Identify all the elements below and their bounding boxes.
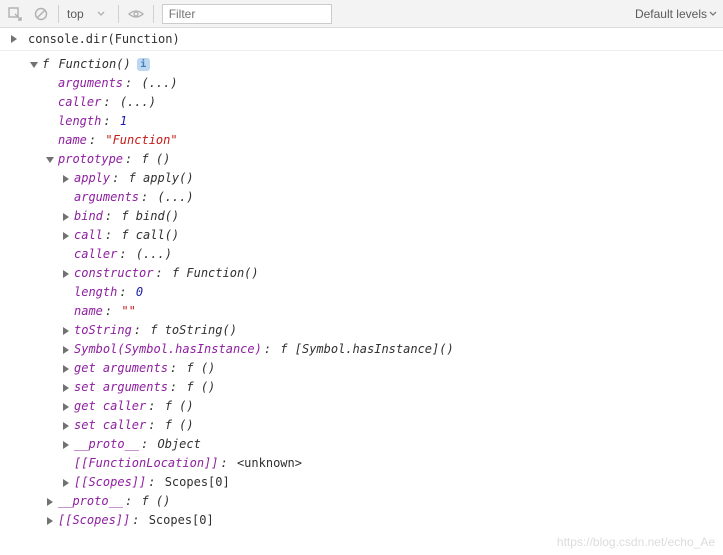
console-object-tree: f Function() i arguments: (...) caller: … [0,51,723,534]
prop-scopes-inner[interactable]: [[Scopes]]: Scopes[0] [28,473,723,492]
inspect-icon[interactable] [6,5,24,23]
expand-toggle[interactable] [60,479,72,487]
prop-get-arguments[interactable]: get arguments: f () [28,359,723,378]
expand-toggle[interactable] [60,365,72,373]
info-icon[interactable]: i [137,58,150,71]
console-input-text: console.dir(Function) [28,32,180,46]
expand-toggle[interactable] [44,517,56,525]
expand-toggle[interactable] [44,157,56,163]
prop-length-proto[interactable]: length: 0 [28,283,723,302]
expand-toggle[interactable] [60,403,72,411]
prop-caller-proto[interactable]: caller: (...) [28,245,723,264]
watermark: https://blog.csdn.net/echo_Ae [557,535,715,549]
prop-tostring[interactable]: toString: f toString() [28,321,723,340]
expand-toggle[interactable] [28,62,40,68]
toolbar-separator [118,5,119,23]
prop-apply[interactable]: apply: f apply() [28,169,723,188]
input-chevron-icon [8,35,20,43]
prop-arguments-proto[interactable]: arguments: (...) [28,188,723,207]
tree-root[interactable]: f Function() i [28,55,723,74]
chevron-down-icon[interactable] [92,5,110,23]
log-levels-label: Default levels [635,7,707,21]
prop-proto-inner[interactable]: __proto__: Object [28,435,723,454]
expand-toggle[interactable] [60,346,72,354]
root-name: Function() [58,55,130,74]
context-selector[interactable]: top [67,7,84,21]
prop-name-proto[interactable]: name: "" [28,302,723,321]
prop-prototype[interactable]: prototype: f () [28,150,723,169]
prop-name[interactable]: name: "Function" [28,131,723,150]
expand-toggle[interactable] [60,175,72,183]
filter-input[interactable] [162,4,332,24]
expand-toggle[interactable] [60,441,72,449]
console-toolbar: top Default levels [0,0,723,28]
prop-set-caller[interactable]: set caller: f () [28,416,723,435]
toolbar-separator [58,5,59,23]
eye-icon[interactable] [127,5,145,23]
prop-length[interactable]: length: 1 [28,112,723,131]
prop-caller[interactable]: caller: (...) [28,93,723,112]
prop-bind[interactable]: bind: f bind() [28,207,723,226]
prop-scopes[interactable]: [[Scopes]]: Scopes[0] [28,511,723,530]
prop-proto[interactable]: __proto__: f () [28,492,723,511]
prop-function-location[interactable]: [[FunctionLocation]]: <unknown> [28,454,723,473]
console-input-line[interactable]: console.dir(Function) [0,28,723,51]
expand-toggle[interactable] [60,384,72,392]
log-levels-selector[interactable]: Default levels [635,7,717,21]
expand-toggle[interactable] [60,327,72,335]
expand-toggle[interactable] [60,213,72,221]
prop-call[interactable]: call: f call() [28,226,723,245]
clear-icon[interactable] [32,5,50,23]
expand-toggle[interactable] [60,270,72,278]
prop-get-caller[interactable]: get caller: f () [28,397,723,416]
prop-symbol-hasinstance[interactable]: Symbol(Symbol.hasInstance): f [Symbol.ha… [28,340,723,359]
root-prefix: f [42,55,56,74]
expand-toggle[interactable] [60,232,72,240]
prop-set-arguments[interactable]: set arguments: f () [28,378,723,397]
expand-toggle[interactable] [60,422,72,430]
prop-arguments[interactable]: arguments: (...) [28,74,723,93]
toolbar-separator [153,5,154,23]
expand-toggle[interactable] [44,498,56,506]
prop-constructor[interactable]: constructor: f Function() [28,264,723,283]
